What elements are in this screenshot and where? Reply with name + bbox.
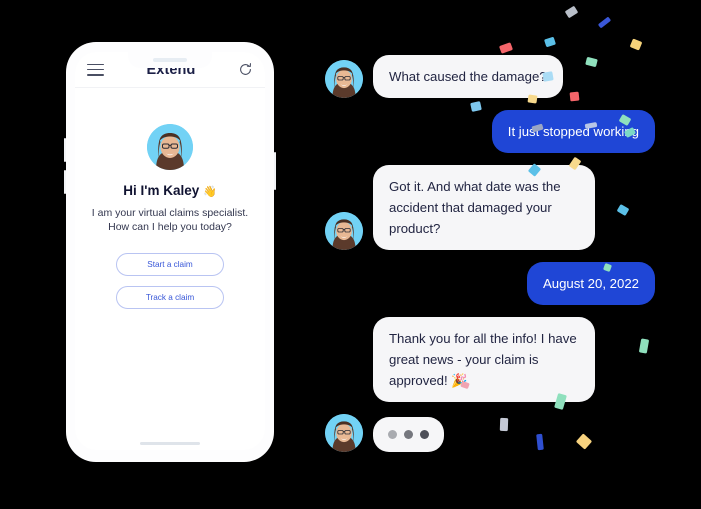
chat-bubble-agent: Thank you for all the info! I have great… bbox=[373, 317, 595, 402]
greeting-text: Hi I'm Kaley bbox=[123, 183, 200, 198]
confetti-piece bbox=[564, 5, 579, 19]
chat-row: August 20, 2022 bbox=[325, 262, 655, 305]
subtitle-line-1: I am your virtual claims specialist. bbox=[91, 207, 249, 219]
chat-avatar bbox=[325, 212, 363, 250]
chat-avatar bbox=[325, 60, 363, 98]
chat-row: Thank you for all the info! I have great… bbox=[325, 317, 655, 402]
phone-mockup: Extend Hi I'm Kaley 👋 I am your virtual … bbox=[64, 42, 276, 462]
phone-speaker-grille bbox=[153, 58, 187, 62]
greeting-heading: Hi I'm Kaley 👋 bbox=[75, 183, 265, 198]
chat-row-typing bbox=[325, 414, 655, 452]
app-content: Hi I'm Kaley 👋 I am your virtual claims … bbox=[75, 88, 265, 309]
track-a-claim-button[interactable]: Track a claim bbox=[116, 286, 224, 309]
chat-row: Got it. And what date was the accident t… bbox=[325, 165, 655, 250]
confetti-piece bbox=[597, 16, 612, 29]
chat-conversation: What caused the damage? It just stopped … bbox=[325, 55, 655, 464]
confetti-piece bbox=[629, 38, 643, 51]
chat-row: It just stopped working bbox=[325, 110, 655, 153]
confetti-piece bbox=[498, 42, 514, 54]
typing-dot bbox=[404, 430, 413, 439]
subtitle-block: I am your virtual claims specialist. How… bbox=[75, 206, 265, 234]
volume-down-button[interactable] bbox=[64, 170, 66, 194]
phone-screen: Extend Hi I'm Kaley 👋 I am your virtual … bbox=[75, 52, 265, 450]
chat-bubble-user: It just stopped working bbox=[491, 110, 655, 153]
typing-dot bbox=[388, 430, 397, 439]
chat-bubble-agent: What caused the damage? bbox=[373, 55, 563, 98]
chat-avatar bbox=[325, 414, 363, 452]
hamburger-menu-icon[interactable] bbox=[87, 63, 104, 76]
home-indicator bbox=[140, 442, 200, 445]
chat-bubble-agent: Got it. And what date was the accident t… bbox=[373, 165, 595, 250]
power-button[interactable] bbox=[274, 152, 276, 190]
typing-dot bbox=[420, 430, 429, 439]
volume-up-button[interactable] bbox=[64, 138, 66, 162]
refresh-icon[interactable] bbox=[238, 62, 253, 77]
waving-hand-icon: 👋 bbox=[203, 186, 217, 198]
start-a-claim-button[interactable]: Start a claim bbox=[116, 253, 224, 276]
chat-bubble-user: August 20, 2022 bbox=[526, 262, 655, 305]
chat-row: What caused the damage? bbox=[325, 55, 655, 98]
subtitle-line-2: How can I help you today? bbox=[108, 221, 232, 233]
typing-indicator bbox=[373, 417, 444, 452]
agent-avatar bbox=[147, 124, 193, 170]
confetti-piece bbox=[544, 36, 556, 48]
